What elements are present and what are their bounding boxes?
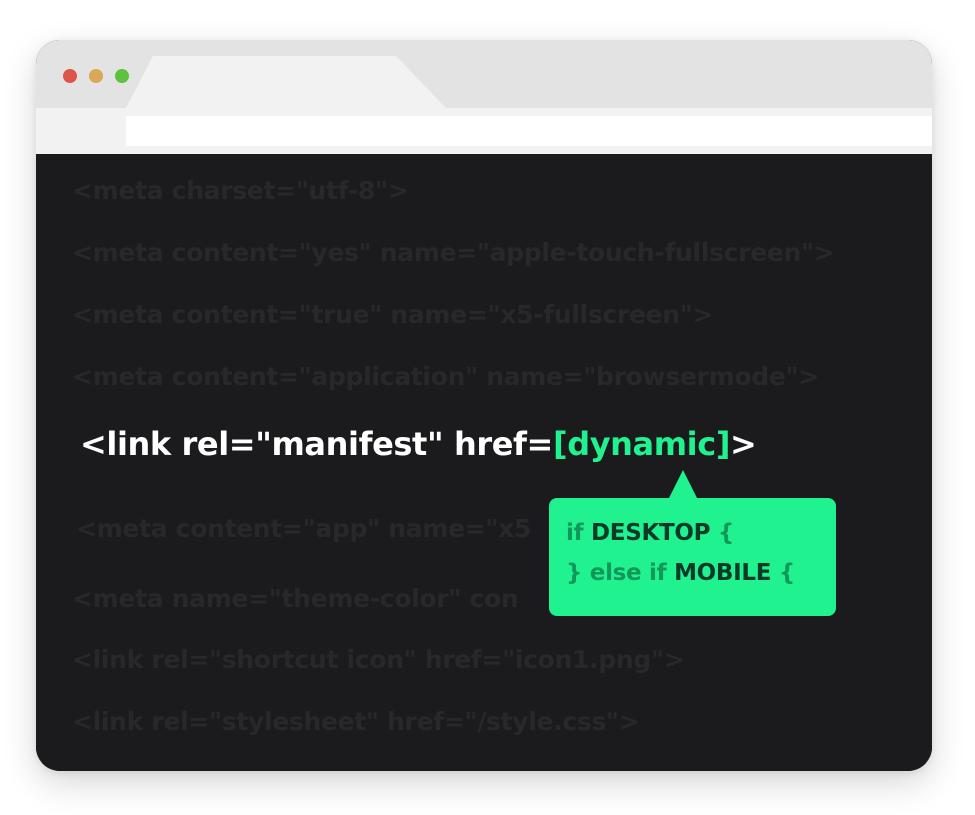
code-line: <meta content="application" name="browse… bbox=[72, 362, 819, 391]
tooltip-brace: { bbox=[710, 520, 734, 546]
tooltip-text: if bbox=[566, 520, 591, 546]
tooltip-brace: { bbox=[771, 560, 795, 586]
title-bar bbox=[36, 40, 932, 154]
close-window-button[interactable] bbox=[63, 69, 77, 83]
code-line: <meta name="theme-color" con bbox=[72, 584, 519, 613]
tooltip-keyword: DESKTOP bbox=[591, 520, 711, 546]
browser-window: <meta charset="utf-8"> <meta content="ye… bbox=[36, 40, 932, 771]
tooltip-keyword: MOBILE bbox=[674, 560, 772, 586]
tooltip-text: } else if bbox=[566, 560, 675, 586]
dynamic-token: [dynamic] bbox=[552, 425, 731, 463]
maximize-window-button[interactable] bbox=[115, 69, 129, 83]
highlighted-code-line: <link rel="manifest" href=[dynamic]> bbox=[80, 425, 757, 463]
dynamic-tooltip: if DESKTOP { } else if MOBILE { bbox=[549, 470, 836, 616]
tooltip-pointer bbox=[669, 470, 697, 498]
code-line: <link rel="stylesheet" href="/style.css"… bbox=[72, 707, 640, 736]
code-line: <meta content="app" name="x5 bbox=[76, 514, 532, 543]
focus-line-suffix: > bbox=[730, 425, 757, 463]
address-bar[interactable] bbox=[126, 116, 932, 146]
code-line: <meta content="true" name="x5-fullscreen… bbox=[72, 300, 714, 329]
code-editor: <meta charset="utf-8"> <meta content="ye… bbox=[36, 154, 932, 771]
tooltip-line: if DESKTOP { bbox=[566, 520, 734, 546]
tooltip-line: } else if MOBILE { bbox=[566, 560, 795, 586]
code-line: <link rel="shortcut icon" href="icon1.pn… bbox=[72, 645, 685, 674]
code-line: <meta charset="utf-8"> bbox=[72, 176, 409, 205]
code-line: <meta content="yes" name="apple-touch-fu… bbox=[72, 238, 835, 267]
minimize-window-button[interactable] bbox=[89, 69, 103, 83]
focus-line-prefix: <link rel="manifest" href= bbox=[80, 425, 553, 463]
